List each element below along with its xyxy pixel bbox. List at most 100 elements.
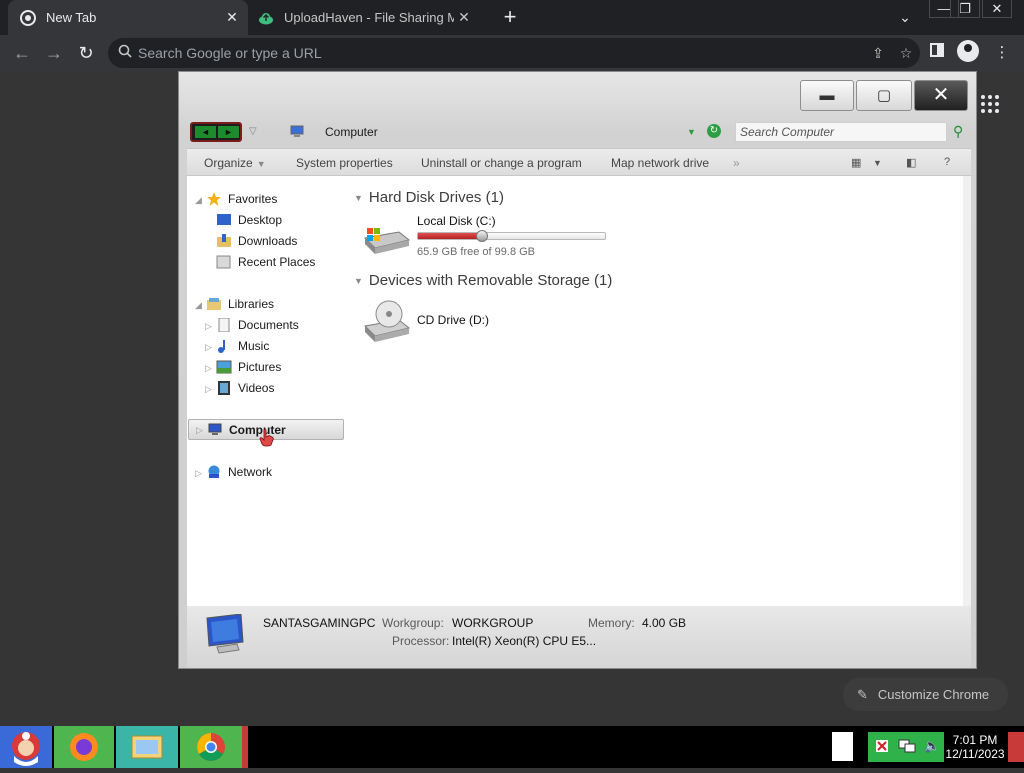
nav-favorites[interactable]: Favorites: [206, 189, 277, 209]
nav-pictures[interactable]: Pictures: [216, 357, 281, 377]
nav-network[interactable]: Network: [206, 462, 272, 482]
downloads-folder-icon: [216, 234, 232, 248]
nav-desktop[interactable]: Desktop: [216, 210, 282, 230]
computer-monitor-icon: [203, 613, 249, 661]
new-tab-button[interactable]: +: [496, 4, 524, 30]
tab-new-tab[interactable]: New Tab ✕: [8, 0, 248, 35]
back-arrow-icon[interactable]: ←: [8, 39, 36, 67]
explorer-taskbar-button[interactable]: [116, 726, 178, 768]
search-icon[interactable]: ⚲: [953, 123, 963, 140]
show-desktop-button[interactable]: [1008, 732, 1024, 762]
star-icon[interactable]: ☆: [892, 45, 920, 62]
nav-computer-label: Computer: [229, 423, 286, 437]
recent-places-icon: [216, 255, 232, 269]
computer-icon: [289, 125, 305, 139]
nav-videos[interactable]: Videos: [216, 378, 274, 398]
chevron-down-icon[interactable]: ⌄: [894, 6, 916, 28]
back-arrow-icon[interactable]: ◄: [195, 126, 216, 138]
forward-arrow-icon[interactable]: ►: [218, 126, 239, 138]
chrome-icon: [20, 9, 36, 26]
explorer-window: ▬ ▢ ✕ ◄ ► ▽ Computer ▼ ↻ Search Computer…: [178, 71, 977, 669]
system-properties-button[interactable]: System properties: [296, 156, 393, 170]
share-icon[interactable]: ⇪: [864, 45, 892, 62]
forward-arrow-icon[interactable]: →: [40, 39, 68, 67]
group-title: Hard Disk Drives (1): [368, 189, 504, 206]
chrome-taskbar-button[interactable]: [180, 726, 242, 768]
network-tray-icon[interactable]: [898, 738, 916, 759]
omnibox-placeholder: Search Google or type a URL: [138, 45, 322, 61]
help-icon[interactable]: ?: [944, 156, 950, 168]
back-forward-buttons[interactable]: ◄ ►: [190, 122, 242, 142]
expand-computer-icon[interactable]: ▷: [196, 425, 203, 436]
menu-kebab-icon[interactable]: ⋮: [991, 43, 1013, 63]
local-disk-name[interactable]: Local Disk (C:): [417, 214, 496, 228]
uninstall-program-button[interactable]: Uninstall or change a program: [421, 156, 582, 170]
nav-downloads[interactable]: Downloads: [216, 231, 297, 251]
reload-icon[interactable]: ↻: [72, 39, 100, 67]
organize-menu[interactable]: Organize ▼: [204, 156, 266, 170]
explorer-minimize-button[interactable]: ▬: [800, 80, 854, 111]
collapse-group-icon: ▼: [354, 192, 363, 203]
volume-icon[interactable]: 🔈: [924, 738, 940, 754]
firefox-taskbar-button[interactable]: [54, 726, 114, 768]
explorer-close-button[interactable]: ✕: [914, 80, 968, 111]
view-options-icon[interactable]: ▦: [851, 156, 861, 169]
nav-recent-places[interactable]: Recent Places: [216, 252, 315, 272]
address-text[interactable]: Computer: [325, 125, 378, 139]
disk-usage-fill: [418, 233, 482, 239]
search-input[interactable]: Search Computer: [735, 122, 947, 142]
disk-free-text: 65.9 GB free of 99.8 GB: [417, 246, 536, 258]
clock[interactable]: 7:01 PM 12/11/2023: [944, 732, 1006, 762]
pictures-icon: [216, 360, 232, 374]
nav-music[interactable]: Music: [216, 336, 269, 356]
tray-flag-area[interactable]: [832, 732, 853, 761]
preview-pane-icon[interactable]: ◧: [906, 156, 916, 169]
group-hard-disk-drives[interactable]: ▼ Hard Disk Drives (1): [354, 189, 504, 206]
expand-network-icon[interactable]: ▷: [195, 468, 202, 479]
taskbar-divider: [242, 726, 248, 768]
more-commands-icon[interactable]: »: [733, 156, 740, 170]
close-tab-icon[interactable]: ✕: [222, 9, 242, 26]
group-removable-storage[interactable]: ▼ Devices with Removable Storage (1): [354, 272, 612, 289]
expand-videos-icon[interactable]: ▷: [205, 384, 212, 395]
star-icon: [206, 192, 222, 206]
history-dropdown-icon[interactable]: ▽: [249, 126, 257, 137]
nav-documents[interactable]: Documents: [216, 315, 299, 335]
pencil-icon: ✎: [857, 686, 868, 702]
expand-libraries-icon[interactable]: ◢: [195, 300, 202, 311]
start-button[interactable]: [0, 726, 52, 768]
videos-icon: [216, 381, 232, 395]
nav-computer[interactable]: ▷ Computer: [188, 419, 344, 447]
tab-uploadhaven[interactable]: UploadHaven - File Sharing Made ✕: [250, 0, 480, 35]
side-panel-icon[interactable]: [926, 43, 948, 63]
omnibox[interactable]: Search Google or type a URL ⇪ ☆: [108, 38, 920, 68]
view-dropdown-icon[interactable]: ▼: [873, 158, 882, 168]
scrollbar[interactable]: [963, 176, 971, 606]
address-dropdown-icon[interactable]: ▼: [687, 127, 696, 137]
tab-title: UploadHaven - File Sharing Made: [284, 10, 454, 25]
apps-grid-icon[interactable]: [981, 95, 999, 113]
documents-icon: [216, 317, 232, 333]
map-network-drive-button[interactable]: Map network drive: [611, 156, 709, 170]
action-center-icon[interactable]: [874, 738, 890, 759]
restore-button[interactable]: ❐: [950, 0, 980, 18]
collapse-group-icon: ▼: [354, 275, 363, 286]
nav-libraries[interactable]: Libraries: [206, 294, 274, 314]
profile-avatar[interactable]: [957, 40, 979, 62]
customize-chrome-button[interactable]: ✎ Customize Chrome: [843, 678, 1008, 711]
cd-drive-name[interactable]: CD Drive (D:): [417, 313, 489, 327]
refresh-icon[interactable]: ↻: [707, 124, 721, 138]
close-window-button[interactable]: ✕: [982, 0, 1012, 18]
libraries-icon: [206, 297, 222, 311]
expand-documents-icon[interactable]: ▷: [205, 321, 212, 332]
close-tab-icon[interactable]: ✕: [454, 9, 474, 26]
workgroup-value: WORKGROUP: [452, 616, 534, 630]
browser-toolbar: ← → ↻ Search Google or type a URL ⇪ ☆ ⋮: [0, 35, 1024, 71]
cd-drive-icon: [363, 300, 411, 349]
explorer-maximize-button[interactable]: ▢: [856, 80, 912, 111]
details-pane: SANTASGAMINGPC Workgroup: WORKGROUP Memo…: [187, 606, 971, 668]
expand-favorites-icon[interactable]: ◢: [195, 195, 202, 206]
expand-music-icon[interactable]: ▷: [205, 342, 212, 353]
expand-pictures-icon[interactable]: ▷: [205, 363, 212, 374]
desktop-icon: [216, 213, 232, 227]
